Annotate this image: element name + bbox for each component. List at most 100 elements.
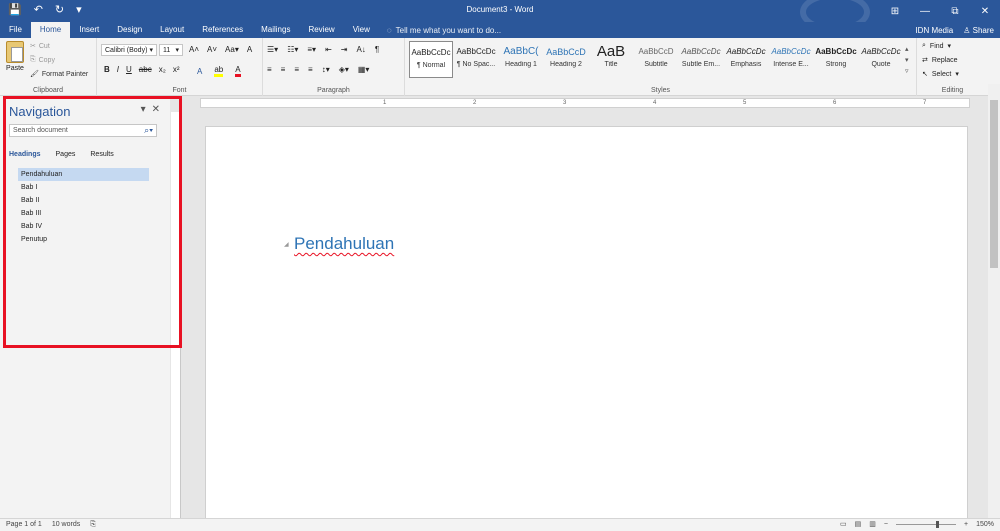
tab-mailings[interactable]: Mailings xyxy=(252,22,299,38)
sort-button[interactable]: A↓ xyxy=(356,45,365,54)
italic-button[interactable]: I xyxy=(117,65,119,74)
word-count[interactable]: 10 words xyxy=(52,521,80,529)
heading-item[interactable]: Pendahuluan xyxy=(18,168,149,181)
highlight-button[interactable]: ab xyxy=(214,65,224,77)
copy-label: Copy xyxy=(38,56,55,64)
align-right-button[interactable]: ≡ xyxy=(294,65,299,74)
style-emphasis[interactable]: AaBbCcDc Emphasis xyxy=(724,41,768,78)
ribbon-display-options-button[interactable]: ⊞ xyxy=(880,0,910,22)
read-mode-icon[interactable]: ▭ xyxy=(840,520,847,528)
tell-me-box[interactable]: ◌ Tell me what you want to do... xyxy=(387,26,501,35)
shading-button[interactable]: ◈▾ xyxy=(339,65,349,74)
tab-pages[interactable]: Pages xyxy=(56,151,76,158)
style-title[interactable]: AaB Title xyxy=(589,41,633,78)
zoom-out-button[interactable]: − xyxy=(884,521,888,528)
cut-button[interactable]: ✂ Cut xyxy=(30,42,50,51)
bullets-button[interactable]: ☰▾ xyxy=(267,45,278,54)
horizontal-ruler[interactable]: 1 2 3 4 5 6 7 xyxy=(200,98,970,108)
color-buttons: A ab A xyxy=(197,65,241,77)
zoom-level[interactable]: 150% xyxy=(976,521,994,528)
style-strong[interactable]: AaBbCcDc Strong xyxy=(814,41,858,78)
format-painter-button[interactable]: 🖌 Format Painter xyxy=(30,70,88,79)
tab-home[interactable]: Home xyxy=(30,22,71,38)
show-marks-button[interactable]: ¶ xyxy=(375,45,379,54)
proofing-icon[interactable]: ⎘ xyxy=(90,521,96,529)
tab-design[interactable]: Design xyxy=(108,22,151,38)
style-intense-emphasis[interactable]: AaBbCcDc Intense E... xyxy=(769,41,813,78)
style-subtitle[interactable]: AaBbCcD Subtitle xyxy=(634,41,678,78)
style-quote[interactable]: AaBbCcDc Quote xyxy=(859,41,903,78)
search-icon[interactable]: ⌕▾ xyxy=(144,125,153,136)
bold-button[interactable]: B xyxy=(104,65,110,74)
restore-button[interactable]: ⧉ xyxy=(940,0,970,22)
print-layout-icon[interactable]: ▤ xyxy=(855,520,862,528)
increase-indent-button[interactable]: ⇥ xyxy=(341,45,348,54)
font-size-select[interactable]: 11 ▾ xyxy=(159,44,183,56)
style-normal[interactable]: AaBbCcDc ¶ Normal xyxy=(409,41,453,78)
copy-button[interactable]: ⎘ Copy xyxy=(30,56,55,64)
multilevel-list-button[interactable]: ≡▾ xyxy=(307,45,316,54)
clear-formatting-button[interactable]: A xyxy=(247,45,252,54)
decrease-indent-button[interactable]: ⇤ xyxy=(325,45,332,54)
numbering-button[interactable]: ☷▾ xyxy=(287,45,298,54)
document-page[interactable] xyxy=(205,126,968,526)
font-family-select[interactable]: Calibri (Body) ▾ xyxy=(101,44,157,56)
zoom-slider-handle[interactable] xyxy=(936,520,939,528)
tab-references[interactable]: References xyxy=(193,22,252,38)
heading-item[interactable]: Bab IV xyxy=(18,220,149,233)
collapse-triangle-icon[interactable]: ◢ xyxy=(284,241,289,248)
tab-insert[interactable]: Insert xyxy=(70,22,108,38)
paste-button[interactable]: Paste xyxy=(4,41,26,72)
share-button[interactable]: ♙ Share xyxy=(963,26,994,35)
chevron-down-icon: ▾ xyxy=(947,43,952,50)
style-subtle-emphasis[interactable]: AaBbCcDc Subtle Em... xyxy=(679,41,723,78)
shrink-font-button[interactable]: A˅ xyxy=(207,45,217,54)
align-center-button[interactable]: ≡ xyxy=(281,65,286,74)
borders-button[interactable]: ▦▾ xyxy=(358,65,370,74)
minimize-button[interactable]: — xyxy=(910,0,940,22)
web-layout-icon[interactable]: ▥ xyxy=(869,520,876,528)
heading-item[interactable]: Bab I xyxy=(18,181,149,194)
strikethrough-button[interactable]: abc xyxy=(139,65,152,74)
line-spacing-button[interactable]: ↕▾ xyxy=(322,65,330,74)
subscript-button[interactable]: x₂ xyxy=(159,65,166,74)
document-heading[interactable]: Pendahuluan xyxy=(294,234,394,254)
align-left-button[interactable]: ≡ xyxy=(267,65,272,74)
replace-button[interactable]: ⇄ Replace xyxy=(922,56,958,65)
tab-results[interactable]: Results xyxy=(90,151,113,158)
search-input[interactable]: Search document ⌕▾ xyxy=(9,124,157,137)
tab-file[interactable]: File xyxy=(0,22,31,38)
page-count[interactable]: Page 1 of 1 xyxy=(6,521,42,529)
tab-view[interactable]: View xyxy=(344,22,379,38)
justify-button[interactable]: ≡ xyxy=(308,65,313,74)
style-heading-2[interactable]: AaBbCcD Heading 2 xyxy=(544,41,588,78)
close-icon[interactable]: ✕ xyxy=(152,104,160,115)
superscript-button[interactable]: x² xyxy=(173,65,180,74)
style-no-spacing[interactable]: AaBbCcDc ¶ No Spac... xyxy=(454,41,498,78)
find-button[interactable]: ⌕ Find ▾ xyxy=(922,42,951,50)
select-button[interactable]: ↖ Select ▾ xyxy=(922,70,959,79)
style-heading-1[interactable]: AaBbC(Heading 1 xyxy=(499,41,543,78)
scrollbar-thumb[interactable] xyxy=(990,100,998,268)
change-case-button[interactable]: Aa▾ xyxy=(225,45,239,54)
close-button[interactable]: ✕ xyxy=(970,0,1000,22)
zoom-in-button[interactable]: + xyxy=(964,521,968,528)
heading-item[interactable]: Penutup xyxy=(18,233,149,246)
underline-button[interactable]: U xyxy=(126,65,132,74)
tab-headings[interactable]: Headings xyxy=(9,151,41,158)
user-name[interactable]: IDN Media xyxy=(915,26,953,35)
tab-review[interactable]: Review xyxy=(299,22,343,38)
text-effects-button[interactable]: A xyxy=(197,67,202,76)
grow-font-button[interactable]: A˄ xyxy=(189,45,199,54)
styles-scroll[interactable]: ▴ ▾ ▿ xyxy=(905,44,909,77)
navigation-pane: Navigation ▾ ✕ Search document ⌕▾ Headin… xyxy=(0,96,170,518)
clipboard-group: Paste ✂ Cut ⎘ Copy 🖌 Format Painter Clipboa… xyxy=(0,38,97,96)
tab-layout[interactable]: Layout xyxy=(151,22,193,38)
font-color-button[interactable]: A xyxy=(235,65,241,77)
heading-item[interactable]: Bab III xyxy=(18,207,149,220)
status-left: Page 1 of 1 10 words ⎘ xyxy=(6,521,96,529)
heading-item[interactable]: Bab II xyxy=(18,194,149,207)
format-buttons: B I U abc x₂ x² xyxy=(104,65,179,74)
zoom-slider[interactable] xyxy=(896,520,956,528)
pane-options-icon[interactable]: ▾ xyxy=(141,104,146,115)
